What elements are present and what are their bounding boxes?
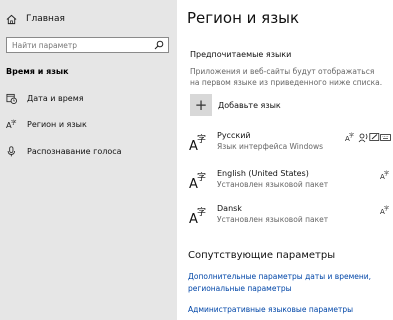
language-name: English (United States)	[217, 169, 309, 178]
language-pack-icon: A 字	[380, 170, 389, 181]
sidebar-item-label: Распознавание голоса	[27, 146, 122, 156]
plus-icon: +	[190, 94, 212, 116]
language-item-english[interactable]: A 字 English (United States) Установлен я…	[189, 168, 389, 194]
language-status: Установлен языковой пакет	[217, 180, 329, 189]
main-panel: Регион и язык Предпочитаемые языки Прило…	[177, 0, 393, 320]
svg-text:字: 字	[384, 205, 389, 212]
svg-text:字: 字	[384, 170, 389, 177]
home-nav-item[interactable]: Главная	[6, 10, 65, 28]
language-status: Установлен языковой пакет	[217, 215, 329, 224]
language-pack-icon: A 字	[380, 205, 389, 216]
section-title: Время и язык	[6, 67, 69, 76]
language-icon: A 字	[189, 206, 206, 226]
home-icon	[6, 14, 17, 24]
date-time-regional-link-continued[interactable]: региональные параметры	[188, 284, 292, 293]
sidebar-item-region-language[interactable]: A 字 Регион и язык	[6, 116, 171, 132]
calendar-clock-icon	[6, 93, 17, 104]
language-item-danish[interactable]: A 字 Dansk Установлен языковой пакет A 字	[189, 203, 389, 229]
sidebar: Главная Время и язык Дата и время A 字 Ре…	[0, 0, 177, 320]
administrative-language-link[interactable]: Административные языковые параметры	[188, 305, 353, 314]
search-input[interactable]	[7, 38, 152, 52]
search-icon[interactable]	[154, 40, 164, 50]
language-icon: A 字	[189, 133, 206, 153]
speech-icon	[358, 133, 368, 143]
page-title: Регион и язык	[187, 9, 300, 27]
microphone-icon	[7, 145, 15, 156]
svg-text:字: 字	[197, 133, 206, 145]
language-name: Dansk	[217, 204, 242, 213]
preferred-languages-description: Приложения и веб-сайты будут отображатьс…	[190, 67, 383, 87]
home-label: Главная	[26, 14, 65, 24]
add-language-label: Добавьте язык	[218, 100, 281, 110]
svg-text:字: 字	[197, 171, 206, 183]
sidebar-item-label: Регион и язык	[27, 119, 87, 129]
language-icon: A 字	[6, 119, 17, 130]
sidebar-item-speech[interactable]: Распознавание голоса	[6, 143, 171, 159]
language-status: Язык интерфейса Windows	[217, 142, 324, 151]
sidebar-item-date-time[interactable]: Дата и время	[6, 90, 171, 106]
preferred-languages-heading: Предпочитаемые языки	[190, 50, 292, 59]
search-box	[6, 37, 169, 53]
language-name: Русский	[217, 131, 251, 140]
language-item-russian[interactable]: A 字 Русский Язык интерфейса Windows A 字	[189, 130, 391, 156]
svg-text:字: 字	[349, 132, 354, 139]
keyboard-icon	[380, 134, 391, 141]
sidebar-item-label: Дата и время	[27, 93, 84, 103]
language-pack-icon: A 字	[345, 132, 354, 143]
handwriting-icon	[369, 133, 380, 141]
svg-text:字: 字	[197, 206, 206, 218]
add-language-button[interactable]: + Добавьте язык	[190, 94, 281, 116]
date-time-regional-link[interactable]: Дополнительные параметры даты и времени,	[188, 272, 371, 281]
language-icon: A 字	[189, 171, 206, 191]
svg-text:字: 字	[11, 119, 17, 127]
related-settings-heading: Сопутствующие параметры	[188, 250, 336, 261]
